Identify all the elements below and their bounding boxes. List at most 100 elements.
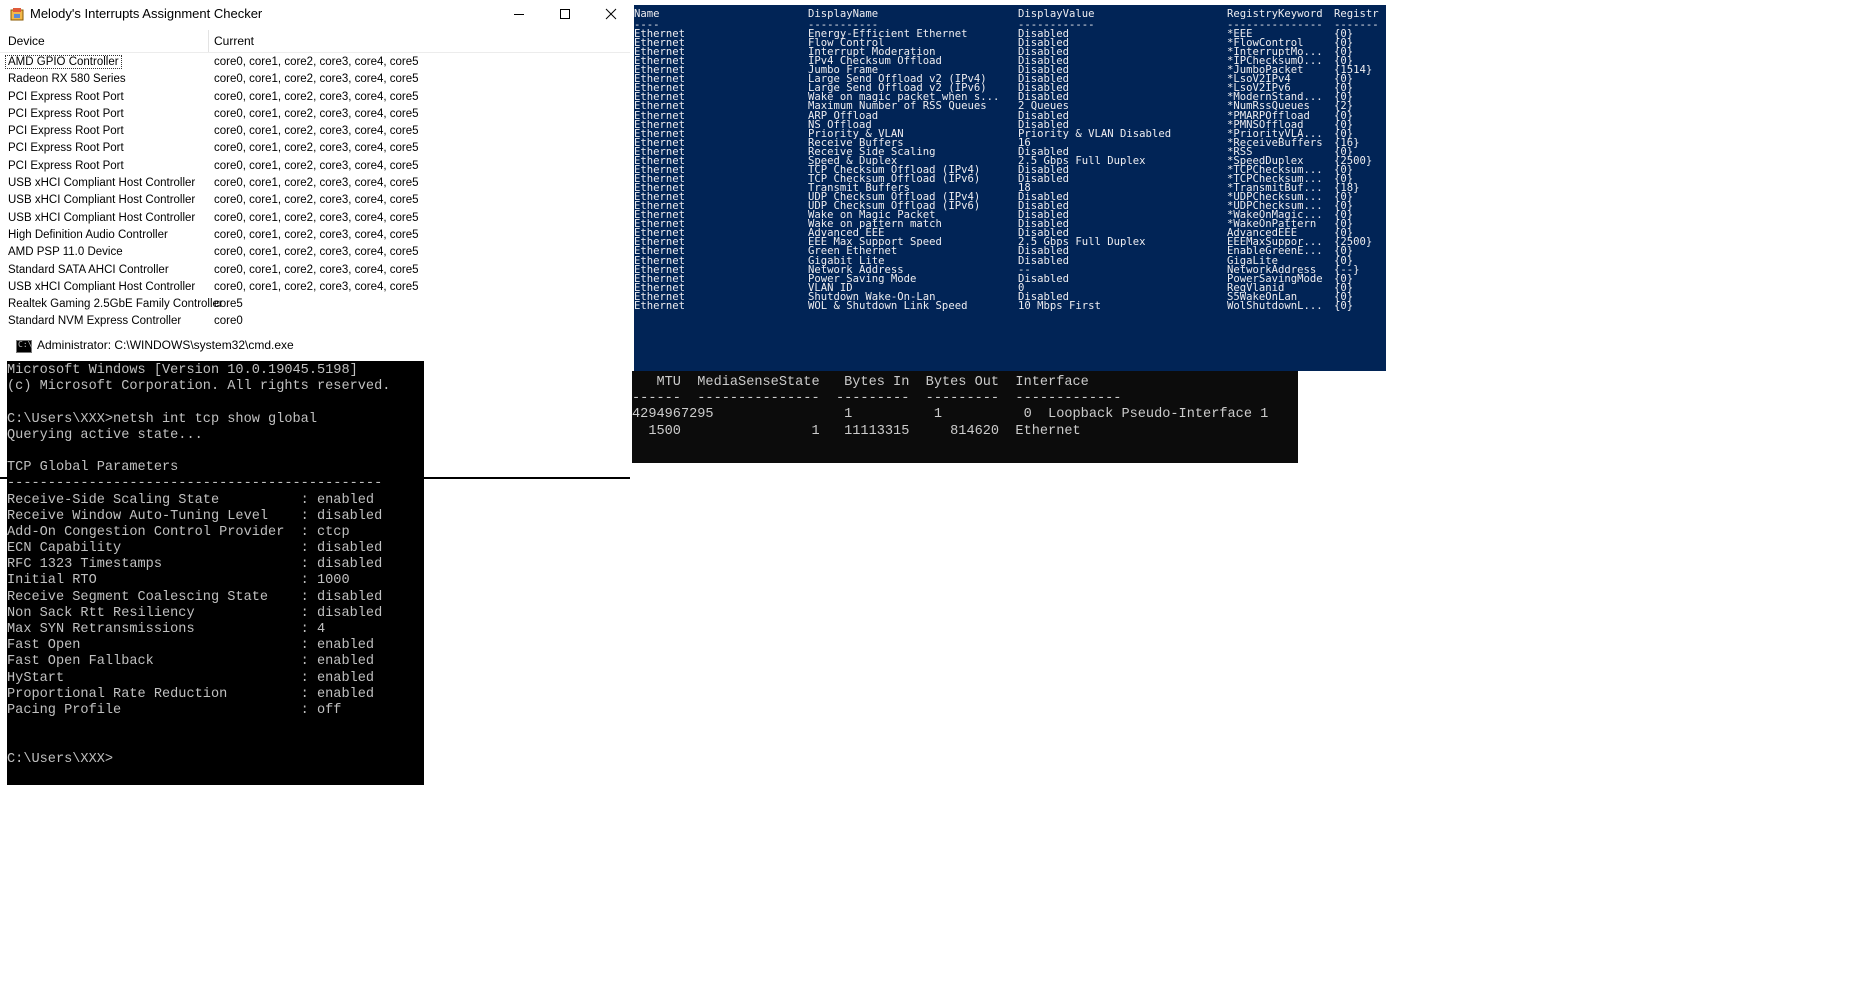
interface-line: ------ --------------- --------- -------… [632,391,1122,407]
interface-line: MTU MediaSenseState Bytes In Bytes Out I… [632,375,1089,390]
ps-registrykeyword: WolShutdownL... [1227,299,1323,312]
console-line: C:\Users\XXX>netsh int tcp show global [7,411,317,427]
console-line: (c) Microsoft Corporation. All rights re… [7,379,391,395]
device-current-cores: core0, core1, core2, core3, core4, core5 [214,159,419,172]
device-current-cores: core0, core1, core2, core3, core4, core5 [214,194,419,207]
device-row[interactable]: PCI Express Root Port core0, core1, core2… [0,90,630,107]
console-line: Pacing Profile : off [7,702,342,718]
cmd-console-output[interactable]: Microsoft Windows [Version 10.0.19045.51… [7,363,424,768]
ps-property-row: Ethernet WOL & Shutdown Link Speed 10 Mbps… [634,299,1386,312]
device-list: AMD GPIO Controller core0, core1, core2, … [0,55,630,332]
console-line: Proportional Rate Reduction : enabled [7,686,375,702]
console-line: ----------------------------------------… [7,476,383,492]
device-row[interactable]: Standard NVM Express Controller core0 [0,314,630,331]
device-current-cores: core0, core1, core2, core3, core4, core5 [214,211,419,224]
console-line: Receive Segment Coalescing State : disab… [7,589,383,605]
device-row[interactable]: USB xHCI Compliant Host Controller core0,… [0,193,630,210]
device-current-cores: core0, core1, core2, core3, core4, core5 [214,177,419,190]
device-current-cores: core0, core1, core2, core3, core4, core5 [214,107,419,120]
device-name: Realtek Gaming 2.5GbE Family Controller [8,298,223,311]
device-row[interactable]: Standard SATA AHCI Controller core0, core… [0,263,630,280]
app-icon [10,8,24,21]
device-row[interactable]: AMD PSP 11.0 Device core0, core1, core2, … [0,245,630,262]
console-line: Non Sack Rtt Resiliency : disabled [7,605,383,621]
device-name: Standard SATA AHCI Controller [8,263,169,276]
device-name: USB xHCI Compliant Host Controller [8,211,196,224]
title-bar[interactable]: Melody's Interrupts Assignment Checker [0,0,630,28]
device-name: PCI Express Root Port [8,142,124,155]
device-row[interactable]: PCI Express Root Port core0, core1, core2… [0,124,630,141]
close-icon [605,8,617,20]
console-line: ECN Capability : disabled [7,541,383,557]
device-name: USB xHCI Compliant Host Controller [8,177,196,190]
minimize-icon [514,14,524,15]
powershell-adapter-properties[interactable]: Name DisplayName DisplayValue RegistryKe… [634,5,1386,371]
device-row[interactable]: USB xHCI Compliant Host Controller core0,… [0,211,630,228]
device-row[interactable]: PCI Express Root Port core0, core1, core2… [0,141,630,158]
column-header-device[interactable]: Device [8,30,45,52]
column-divider[interactable] [208,30,209,52]
console-line: Fast Open Fallback : enabled [7,654,375,670]
device-name: Radeon RX 580 Series [8,73,126,86]
device-name: Standard NVM Express Controller [8,315,182,328]
ps-name: Ethernet [634,299,686,312]
console-line: Querying active state... [7,427,203,443]
console-line: Receive Window Auto-Tuning Level : disab… [7,508,383,524]
device-current-cores: core0, core1, core2, core3, core4, core5 [214,246,419,259]
device-row[interactable]: High Definition Audio Controller core0, c… [0,228,630,245]
device-current-cores: core0, core1, core2, core3, core4, core5 [214,90,419,103]
ps-displayvalue: 10 Mbps First [1018,299,1101,312]
cmd-title-bar[interactable]: C:\ Administrator: C:\WINDOWS\system32\c… [7,331,424,361]
device-row[interactable]: Radeon RX 580 Series core0, core1, core2,… [0,72,630,89]
console-line: TCP Global Parameters [7,460,179,476]
maximize-button[interactable] [542,0,588,28]
device-name: PCI Express Root Port [8,107,124,120]
device-current-cores: core0, core1, core2, core3, core4, core5 [214,228,419,241]
device-current-cores: core0 [214,315,243,328]
device-name: AMD GPIO Controller [5,55,122,69]
console-line: C:\Users\XXX> [7,751,114,767]
ps-displayname: WOL & Shutdown Link Speed [808,299,968,312]
console-line: Receive-Side Scaling State : enabled [7,492,375,508]
device-current-cores: core0, core1, core2, core3, core4, core5 [214,73,419,86]
device-name: USB xHCI Compliant Host Controller [8,194,196,207]
close-button[interactable] [588,0,634,28]
header-divider [0,52,630,53]
maximize-icon [560,9,570,19]
console-line: Add-On Congestion Control Provider : ctc… [7,524,350,540]
device-name: USB xHCI Compliant Host Controller [8,280,196,293]
device-name: High Definition Audio Controller [8,228,168,241]
device-name: AMD PSP 11.0 Device [8,246,123,259]
console-line: Initial RTO : 1000 [7,573,350,589]
device-row[interactable]: USB xHCI Compliant Host Controller core0,… [0,176,630,193]
interface-table-console[interactable]: MTU MediaSenseState Bytes In Bytes Out I… [632,371,1298,463]
device-current-cores: core0, core1, core2, core3, core4, core5 [214,263,419,276]
minimize-button[interactable] [496,0,542,28]
console-line: HyStart : enabled [7,670,375,686]
console-line: Fast Open : enabled [7,638,375,654]
device-row[interactable]: PCI Express Root Port core0, core1, core2… [0,159,630,176]
device-current-cores: core5 [214,298,243,311]
interface-table-lines: MTU MediaSenseState Bytes In Bytes Out I… [632,375,1268,440]
device-current-cores: core0, core1, core2, core3, core4, core5 [214,56,419,68]
device-row[interactable]: PCI Express Root Port core0, core1, core2… [0,107,630,124]
console-line: RFC 1323 Timestamps : disabled [7,557,383,573]
cmd-window: C:\ Administrator: C:\WINDOWS\system32\c… [7,331,424,785]
device-row[interactable]: USB xHCI Compliant Host Controller core0,… [0,280,630,297]
device-name: PCI Express Root Port [8,159,124,172]
console-line: Max SYN Retransmissions : 4 [7,622,326,637]
ps-registryvalue: {0} [1334,299,1354,312]
device-name: PCI Express Root Port [8,90,124,103]
column-header-current[interactable]: Current [214,30,254,52]
window-title: Melody's Interrupts Assignment Checker [30,6,263,21]
device-row[interactable]: AMD GPIO Controller core0, core1, core2, … [0,55,630,72]
interface-line: 4294967295 1 1 0 Loopback Pseudo-Interfa… [632,407,1269,423]
device-row[interactable]: Realtek Gaming 2.5GbE Family Controller c… [0,297,630,314]
device-current-cores: core0, core1, core2, core3, core4, core5 [214,125,419,138]
device-current-cores: core0, core1, core2, core3, core4, core5 [214,142,419,155]
device-current-cores: core0, core1, core2, core3, core4, core5 [214,280,419,293]
